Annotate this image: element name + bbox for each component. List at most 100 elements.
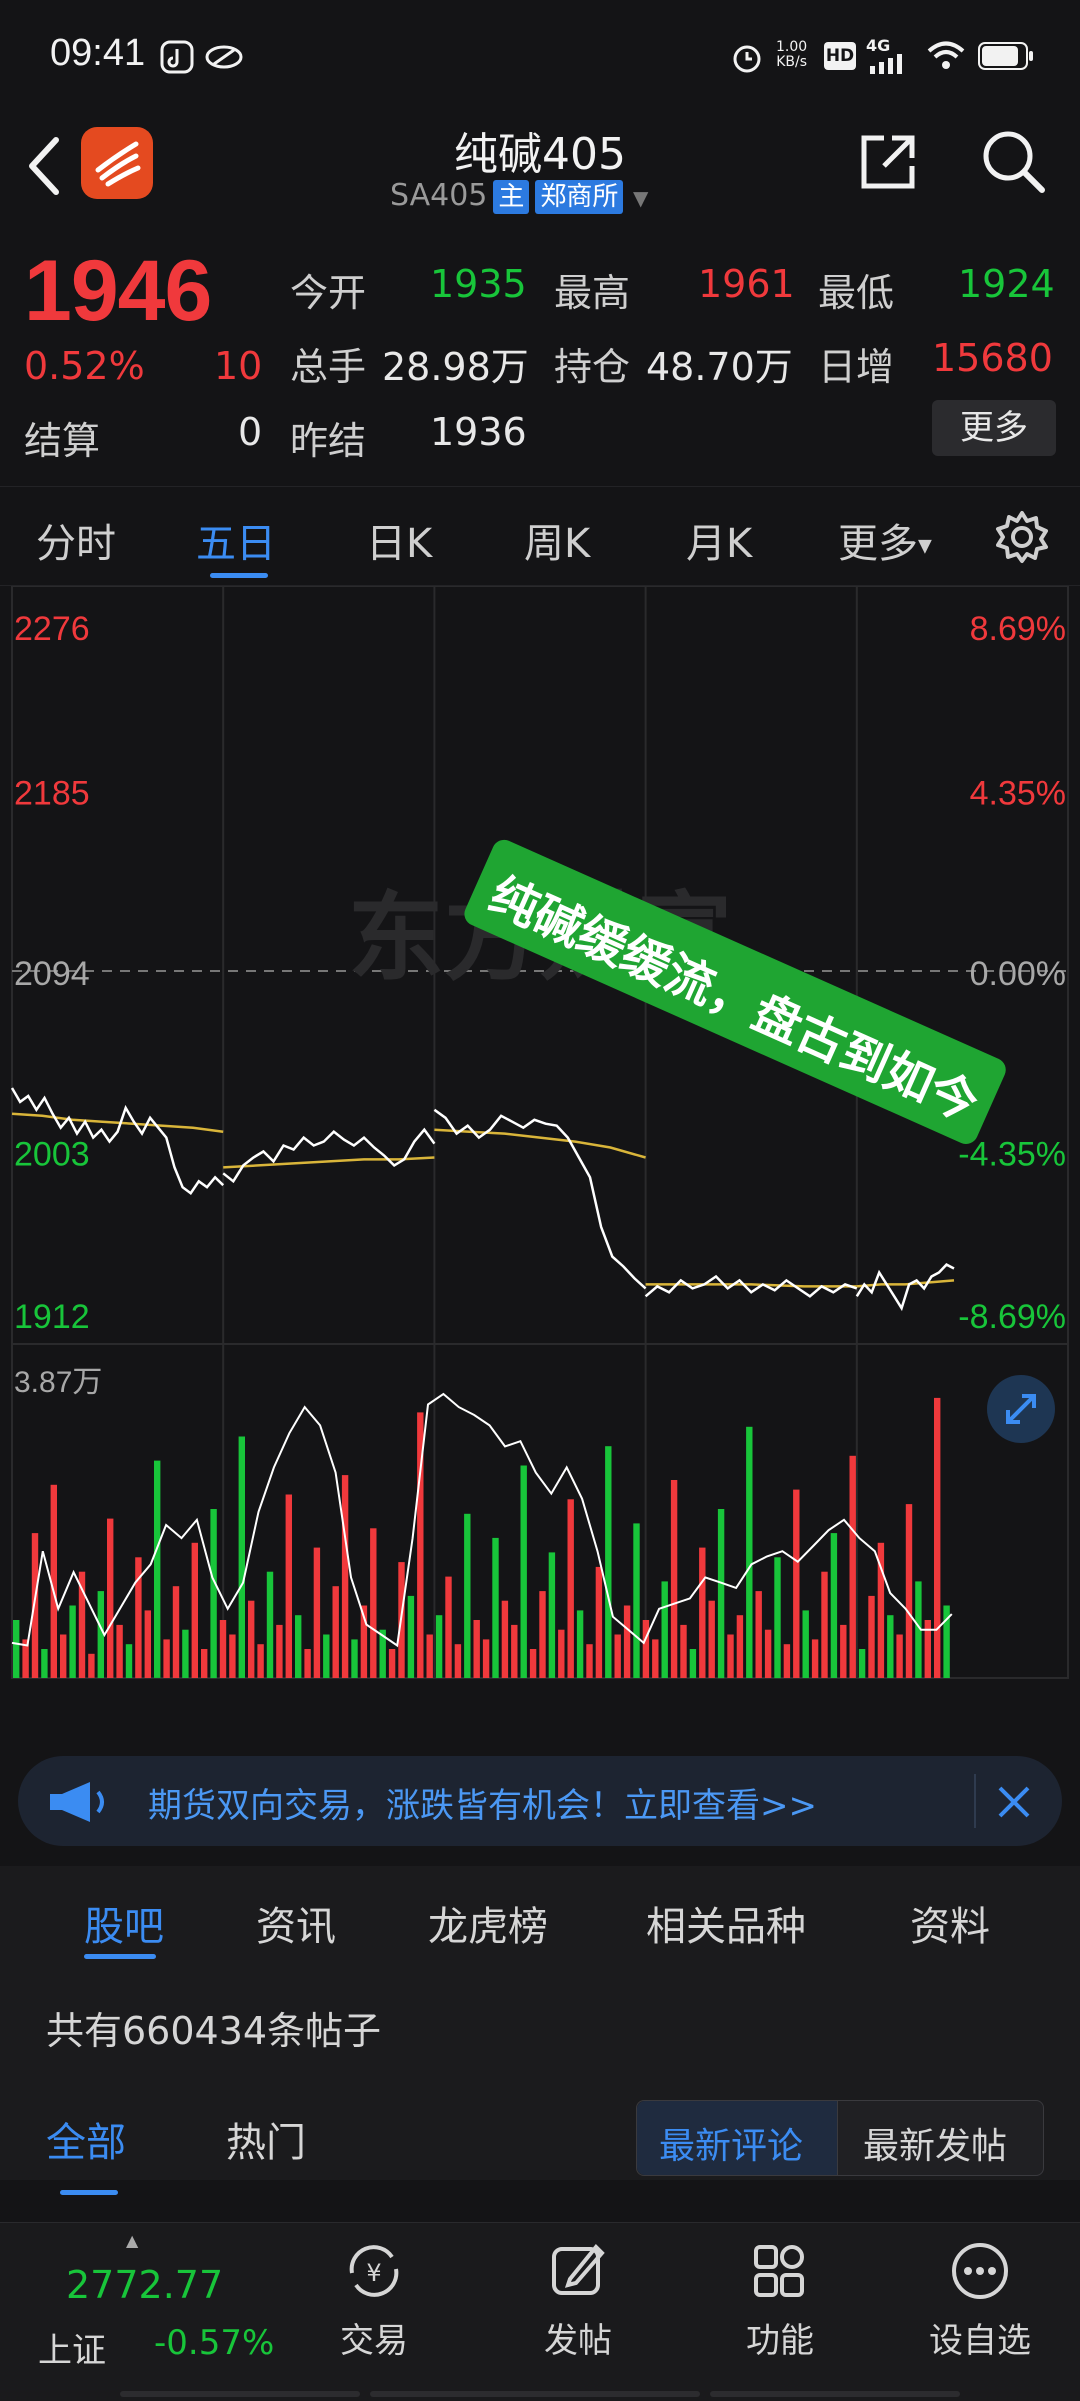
tab-related[interactable]: 相关品种 — [646, 1894, 806, 1952]
expand-icon[interactable] — [986, 1374, 1056, 1444]
tab-profile[interactable]: 资料 — [910, 1894, 990, 1952]
volume-label: 总手 — [290, 345, 367, 389]
search-icon[interactable] — [978, 126, 1048, 196]
nav-add-watchlist[interactable]: 设自选 — [910, 2239, 1050, 2362]
volume-bar — [266, 1571, 274, 1678]
volume-bar — [501, 1600, 509, 1678]
nav-functions[interactable]: 功能 — [710, 2239, 850, 2362]
five-day-chart[interactable]: 东方财富 22768.69%21854.35%20940.00%2003-4.3… — [0, 586, 1080, 1696]
volume-bar — [576, 1610, 584, 1678]
nav-trade[interactable]: ¥ 交易 — [304, 2239, 444, 2362]
high-value: 1961 — [698, 262, 795, 306]
post-count: 共有660434条帖子 — [46, 2009, 382, 2053]
volume-bar — [172, 1586, 180, 1678]
battery-icon — [978, 42, 1033, 70]
dropdown-icon: ▼ — [918, 535, 932, 557]
more-quote-button[interactable]: 更多 — [932, 400, 1056, 456]
volume-bar — [783, 1644, 791, 1678]
tab-intraday[interactable]: 分时 — [36, 511, 116, 569]
settle-value: 0 — [238, 410, 263, 454]
sort-latest-post[interactable]: 最新发帖 — [863, 2117, 1007, 2169]
nav-post[interactable]: 发帖 — [508, 2239, 648, 2362]
tab-five-day[interactable]: 五日 — [196, 511, 276, 569]
filter-all[interactable]: 全部 — [46, 2110, 126, 2168]
tab-weekly-k[interactable]: 周K — [524, 511, 590, 569]
tab-more[interactable]: 更多▼ — [838, 511, 932, 569]
net-speed: 1.00 KB/s — [776, 39, 808, 70]
sort-latest-comment[interactable]: 最新评论 — [659, 2117, 803, 2169]
volume-bar — [548, 1552, 556, 1678]
volume-bar — [473, 1620, 480, 1678]
volume-bar — [144, 1610, 151, 1678]
volume-bar — [567, 1499, 574, 1678]
content-tabs: 股吧 资讯 龙虎榜 相关品种 资料 — [0, 1866, 1080, 1970]
volume-bar — [811, 1639, 819, 1678]
volume-bar — [633, 1523, 640, 1678]
volume-bar — [699, 1547, 706, 1678]
close-icon[interactable] — [986, 1774, 1042, 1830]
volume-bar — [614, 1634, 621, 1678]
low-value: 1924 — [958, 262, 1055, 306]
volume-bar — [868, 1595, 875, 1678]
filter-hot[interactable]: 热门 — [226, 2110, 306, 2168]
volume-bar — [88, 1653, 95, 1678]
y-tick-left: 1912 — [14, 1298, 90, 1336]
index-name: 上证 — [38, 2331, 106, 2371]
music-app-icon — [160, 40, 194, 74]
promo-banner[interactable]: 期货双向交易，涨跌皆有机会！立即查看>> — [18, 1756, 1062, 1846]
contract-subtitle[interactable]: SA405 主郑商所 ▼ — [390, 178, 648, 214]
high-label: 最高 — [554, 271, 631, 315]
tab-daily-k[interactable]: 日K — [366, 511, 432, 569]
hd-badge: HD — [824, 42, 856, 70]
y-tick-right: -8.69% — [958, 1298, 1066, 1336]
volume-bar — [595, 1566, 603, 1678]
y-tick-left: 2003 — [14, 1136, 90, 1174]
volume-bar — [154, 1460, 161, 1678]
volume-bar — [107, 1518, 114, 1678]
x-tick: 02/01 — [900, 1693, 980, 1696]
sort-toggle: 最新评论 最新发帖 — [636, 2100, 1044, 2176]
volume-bar — [774, 1557, 781, 1679]
volume-bar — [558, 1629, 565, 1678]
index-value[interactable]: 2772.77 — [66, 2263, 223, 2307]
tab-news[interactable]: 资讯 — [256, 1894, 336, 1952]
daily-inc-label: 日增 — [818, 345, 895, 389]
volume-bar — [125, 1644, 133, 1678]
volume-bar — [163, 1639, 170, 1678]
volume-bar — [464, 1513, 471, 1678]
signal-icon — [870, 54, 902, 74]
gear-icon[interactable] — [992, 507, 1052, 567]
volume-bar — [182, 1629, 189, 1678]
tab-dragon-tiger[interactable]: 龙虎榜 — [428, 1894, 548, 1952]
settle-label: 结算 — [24, 419, 101, 463]
divider — [974, 1774, 976, 1828]
volume-bar — [642, 1620, 650, 1678]
volume-bar — [887, 1615, 894, 1678]
x-tick: 01/26 — [110, 1693, 190, 1696]
volume-bar — [445, 1576, 452, 1678]
low-label: 最低 — [818, 271, 895, 315]
volume-bar — [896, 1634, 903, 1678]
promo-text[interactable]: 期货双向交易，涨跌皆有机会！立即查看>> — [148, 1778, 817, 1827]
volume-bar — [821, 1571, 828, 1678]
volume-bar — [802, 1610, 809, 1678]
volume-bar — [680, 1624, 687, 1678]
tab-guba[interactable]: 股吧 — [84, 1894, 164, 1952]
volume-value: 28.98万 — [382, 345, 529, 389]
bottom-nav: ▲ 2772.77 上证 -0.57% ¥ 交易 发帖 功能 设自选 — [0, 2222, 1080, 2401]
y-tick-right: 0.00% — [970, 955, 1066, 993]
volume-bar — [370, 1528, 377, 1678]
volume-bar — [276, 1624, 283, 1678]
y-tick-right: 4.35% — [970, 775, 1066, 813]
volume-bar — [849, 1455, 856, 1678]
title-bar: 纯碱405 SA405 主郑商所 ▼ — [0, 116, 1080, 230]
volume-bar — [492, 1537, 499, 1678]
volume-bar — [539, 1591, 546, 1678]
volume-bar — [295, 1615, 302, 1678]
tab-monthly-k[interactable]: 月K — [686, 511, 752, 569]
volume-bar — [313, 1547, 321, 1678]
share-icon[interactable] — [856, 130, 920, 194]
status-time: 09:41 — [50, 32, 146, 74]
volume-bar — [201, 1649, 208, 1678]
volume-bar — [210, 1509, 217, 1679]
